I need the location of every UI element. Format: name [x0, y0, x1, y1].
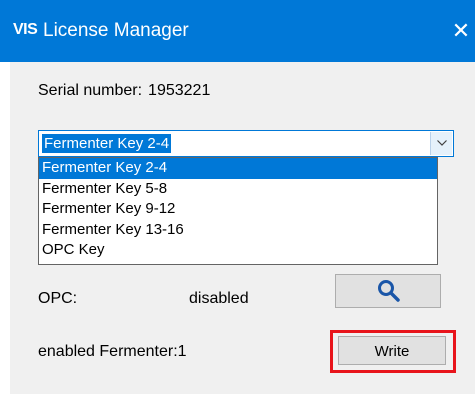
dropdown-option[interactable]: Fermenter Key 9-12 — [39, 199, 437, 220]
enabled-fermenter-label: enabled Fermenter: — [38, 343, 178, 360]
enabled-fermenter-row: enabled Fermenter:1 — [38, 343, 187, 361]
opc-label: OPC: — [38, 290, 78, 307]
close-icon[interactable]: ✕ — [447, 12, 475, 50]
key-dropdown-list: Fermenter Key 2-4 Fermenter Key 5-8 Ferm… — [38, 157, 438, 265]
dropdown-option[interactable]: Fermenter Key 5-8 — [39, 179, 437, 200]
write-button[interactable]: Write — [338, 336, 446, 365]
key-select[interactable]: Fermenter Key 2-4 — [38, 130, 454, 157]
serial-number-row: Serial number: 1953221 — [38, 82, 210, 100]
title-bar[interactable]: VIS License Manager ✕ — [0, 0, 475, 62]
window-title: License Manager — [43, 20, 189, 41]
serial-number-label: Serial number: — [38, 82, 143, 99]
serial-number-value: 1953221 — [148, 82, 211, 99]
dropdown-option[interactable]: Fermenter Key 13-16 — [39, 220, 437, 241]
app-logo: VIS — [13, 21, 38, 38]
dropdown-option[interactable]: OPC Key — [39, 240, 437, 261]
dropdown-option[interactable]: Fermenter Key 2-4 — [39, 158, 437, 179]
key-select-value: Fermenter Key 2-4 — [42, 134, 172, 153]
chevron-down-icon[interactable] — [430, 132, 452, 155]
search-icon — [378, 280, 400, 302]
enabled-fermenter-value: 1 — [177, 343, 187, 360]
opc-status: disabled — [189, 290, 249, 307]
search-button[interactable] — [335, 274, 441, 308]
